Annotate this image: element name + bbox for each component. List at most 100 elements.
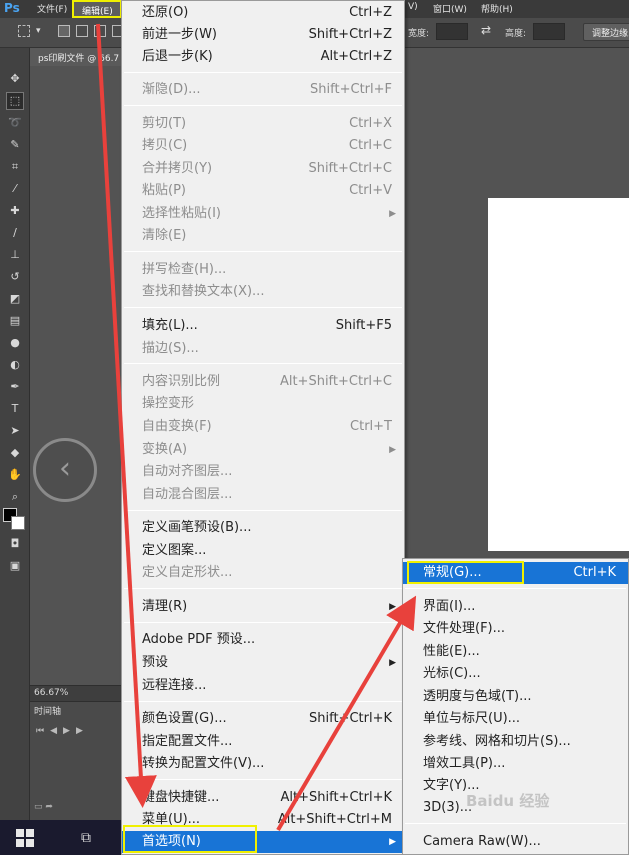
crop-tool-icon[interactable]: ⌗ [7,159,23,175]
menu-item-puppet-warp[interactable]: 操控变形 [122,393,404,415]
eyedropper-tool-icon[interactable]: ⁄ [7,181,23,197]
menu-item-clear[interactable]: 清除(E) [122,225,404,247]
zoom-tool-icon[interactable]: ⌕ [7,489,23,505]
pen-tool-icon[interactable]: ✒ [7,379,23,395]
menu-item-check-spelling[interactable]: 拼写检查(H)... [122,259,404,281]
submenu-item-cursors[interactable]: 光标(C)... [403,663,628,685]
menu-item-fade[interactable]: 渐隐(D)... Shift+Ctrl+F [122,79,404,101]
menu-help[interactable]: 帮助(H) [481,2,513,15]
submenu-item-performance[interactable]: 性能(E)... [403,641,628,663]
watermark: Baidu 经验 [466,792,550,810]
document-canvas[interactable] [488,198,629,551]
brush-tool-icon[interactable]: ∕ [7,225,23,241]
marquee-option-icon[interactable] [18,25,30,37]
submenu-arrow-icon: ▶ [389,602,396,612]
shape-tool-icon[interactable]: ◆ [7,445,23,461]
move-tool-icon[interactable]: ✥ [7,71,23,87]
quick-select-tool-icon[interactable]: ✎ [7,137,23,153]
timeline-tab[interactable]: 时间轴 [34,704,61,717]
dodge-tool-icon[interactable]: ◐ [7,357,23,373]
zoom-level[interactable]: 66.67% [34,688,68,698]
menu-item-remote-connections[interactable]: 远程连接... [122,675,404,697]
menu-item-free-transform[interactable]: 自由变换(F) Ctrl+T [122,416,404,438]
path-select-tool-icon[interactable]: ➤ [7,423,23,439]
menu-item-stroke[interactable]: 描边(S)... [122,338,404,360]
menu-item-copy[interactable]: 拷贝(C) Ctrl+C [122,135,404,157]
menu-item-paste-special[interactable]: 选择性粘贴(I) ▶ [122,203,404,225]
menu-item-adobe-pdf-presets[interactable]: Adobe PDF 预设... [122,629,404,651]
menu-item-content-aware-scale[interactable]: 内容识别比例 Alt+Shift+Ctrl+C [122,371,404,393]
menu-item-define-brush-preset[interactable]: 定义画笔预设(B)... [122,517,404,539]
menu-item-step-forward[interactable]: 前进一步(W) Shift+Ctrl+Z [122,24,404,46]
back-arrow-icon[interactable]: ‹ [33,438,97,502]
swap-icon[interactable]: ⇄ [481,23,491,37]
healing-brush-tool-icon[interactable]: ✚ [7,203,23,219]
menu-item-transform[interactable]: 变换(A) ▶ [122,439,404,461]
menu-item-convert-to-profile[interactable]: 转换为配置文件(V)... [122,753,404,775]
menu-item-find-replace[interactable]: 查找和替换文本(X)... [122,281,404,303]
menu-separator [405,823,626,824]
submenu-item-camera-raw[interactable]: Camera Raw(W)... [403,831,628,853]
menu-separator [124,510,402,511]
menu-item-define-pattern[interactable]: 定义图案... [122,540,404,562]
menu-partial-v[interactable]: V) [408,2,418,12]
submenu-arrow-icon: ▶ [389,209,396,219]
document-tab[interactable]: ps印刷文件 @ 66.7 [30,48,122,66]
menu-item-keyboard-shortcuts[interactable]: 键盘快捷键... Alt+Shift+Ctrl+K [122,787,404,809]
screen-mode-icon[interactable]: ▣ [7,558,23,574]
menu-file[interactable]: 文件(F) [37,2,67,15]
menu-item-auto-align-layers[interactable]: 自动对齐图层... [122,461,404,483]
menu-separator [124,622,402,623]
dropdown-arrow-icon[interactable]: ▾ [36,26,41,36]
quick-mask-icon[interactable]: ◘ [7,536,23,552]
gradient-tool-icon[interactable]: ▤ [7,313,23,329]
menu-item-purge[interactable]: 清理(R) ▶ [122,596,404,618]
timeline-footer-icons[interactable]: ▭ ➦ [34,802,53,812]
submenu-item-plugins[interactable]: 增效工具(P)... [403,753,628,775]
windows-start-icon[interactable] [16,829,34,847]
history-brush-tool-icon[interactable]: ↺ [7,269,23,285]
new-selection-icon[interactable] [58,25,70,37]
timeline-panel: 时间轴 ⏮◀▶▶ ▭ ➦ [30,701,122,820]
menu-item-define-custom-shape[interactable]: 定义自定形状... [122,562,404,584]
submenu-item-units-rulers[interactable]: 单位与标尺(U)... [403,708,628,730]
blur-tool-icon[interactable]: ● [7,335,23,351]
height-field[interactable] [533,23,565,40]
type-tool-icon[interactable]: T [7,401,23,417]
menu-separator [124,105,402,106]
menu-item-presets[interactable]: 预设 ▶ [122,652,404,674]
hand-tool-icon[interactable]: ✋ [7,467,23,483]
menu-window[interactable]: 窗口(W) [433,2,467,15]
lasso-tool-icon[interactable]: ➰ [7,115,23,131]
menu-item-step-backward[interactable]: 后退一步(K) Alt+Ctrl+Z [122,46,404,68]
task-view-icon[interactable]: ⧉ [76,828,96,848]
refine-edge-button[interactable]: 调整边缘... [583,23,629,41]
width-field[interactable] [436,23,468,40]
submenu-item-transparency-gamut[interactable]: 透明度与色域(T)... [403,686,628,708]
eraser-tool-icon[interactable]: ◩ [7,291,23,307]
height-label: 高度: [505,29,527,39]
add-selection-icon[interactable] [76,25,88,37]
timeline-controls[interactable]: ⏮◀▶▶ [36,726,89,736]
menu-separator [124,72,402,73]
menu-item-fill[interactable]: 填充(L)... Shift+F5 [122,315,404,337]
menu-separator [124,363,402,364]
submenu-item-interface[interactable]: 界面(I)... [403,596,628,618]
menu-item-copy-merged[interactable]: 合并拷贝(Y) Shift+Ctrl+C [122,158,404,180]
menu-item-undo[interactable]: 还原(O) Ctrl+Z [122,2,404,24]
clone-stamp-tool-icon[interactable]: ⊥ [7,247,23,263]
submenu-arrow-icon: ▶ [389,445,396,455]
submenu-arrow-icon: ▶ [389,837,396,847]
marquee-tool-icon[interactable]: ⬚ [6,92,24,110]
menu-edit[interactable]: 编辑(E) [72,0,122,18]
submenu-item-file-handling[interactable]: 文件处理(F)... [403,618,628,640]
menu-item-auto-blend-layers[interactable]: 自动混合图层... [122,484,404,506]
submenu-arrow-icon: ▶ [389,658,396,668]
subtract-selection-icon[interactable] [94,25,106,37]
background-color-swatch[interactable] [11,516,25,530]
menu-item-color-settings[interactable]: 颜色设置(G)... Shift+Ctrl+K [122,708,404,730]
menu-item-cut[interactable]: 剪切(T) Ctrl+X [122,113,404,135]
submenu-item-guides-grid-slices[interactable]: 参考线、网格和切片(S)... [403,731,628,753]
menu-item-assign-profile[interactable]: 指定配置文件... [122,731,404,753]
menu-item-paste[interactable]: 粘贴(P) Ctrl+V [122,180,404,202]
